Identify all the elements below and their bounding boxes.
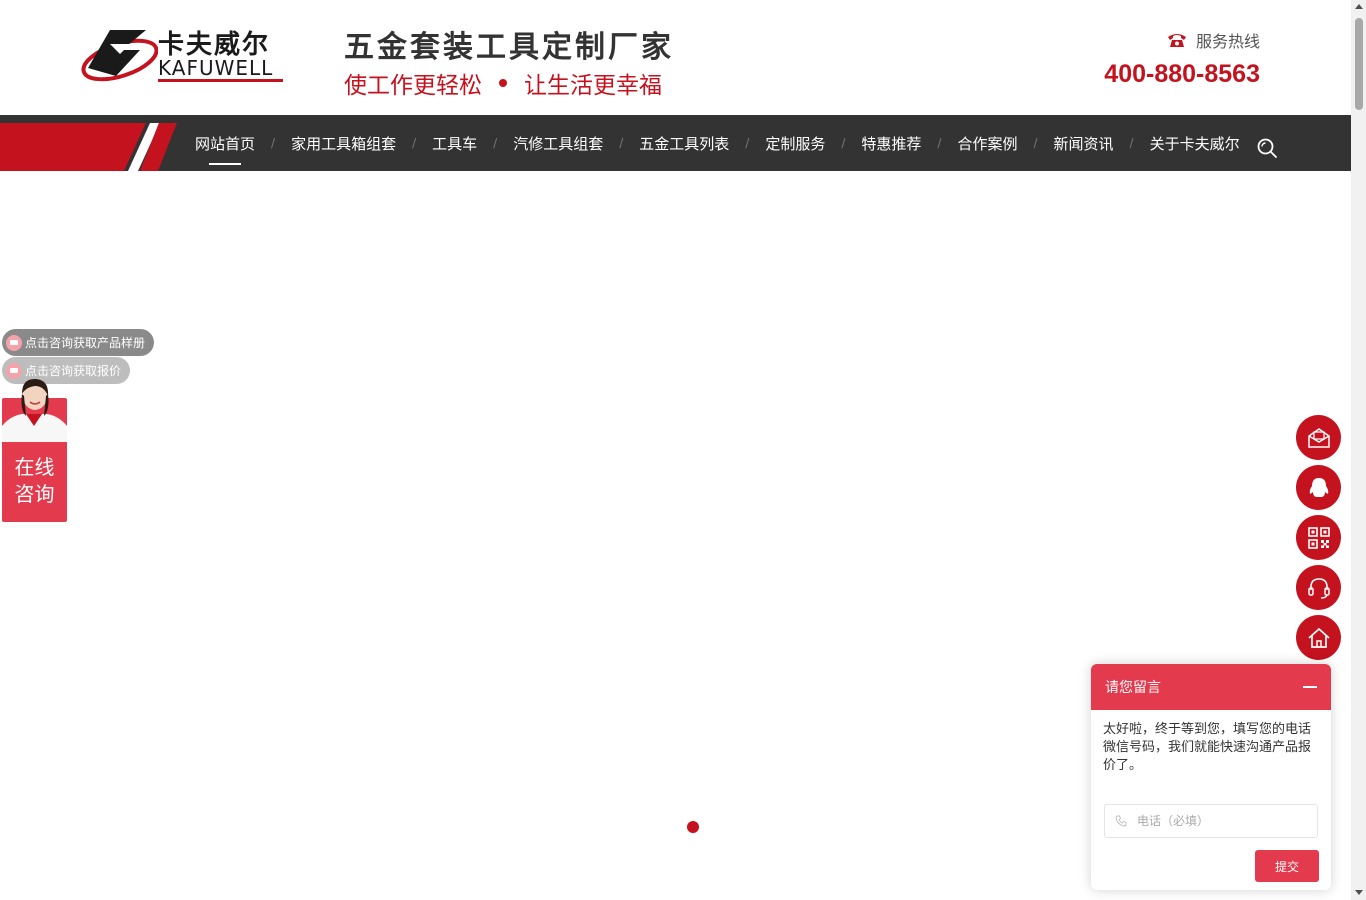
nav-item-home[interactable]: 网站首页 <box>195 115 255 171</box>
message-widget-header: 请您留言 <box>1091 664 1331 710</box>
phone-input[interactable] <box>1137 814 1307 828</box>
online-consult-text: 在线 咨询 <box>2 454 67 508</box>
minimize-icon[interactable] <box>1303 686 1317 688</box>
nav-item-toolbox-sets[interactable]: 家用工具箱组套 <box>291 115 396 171</box>
headset-icon <box>1307 577 1330 599</box>
hotline-number[interactable]: 400-880-8563 <box>1104 60 1260 89</box>
phone-icon <box>1115 815 1127 827</box>
submit-button[interactable]: 提交 <box>1255 850 1319 882</box>
telephone-icon <box>1167 34 1186 47</box>
consult-pill-catalog-text: 点击咨询获取产品样册 <box>25 336 146 350</box>
search-icon[interactable] <box>1256 137 1278 159</box>
site-header: 卡夫威尔 KAFUWELL 五金套装工具定制厂家 使工作更轻松 让生活更幸福 服… <box>0 0 1351 115</box>
nav-separator: / <box>841 136 846 150</box>
nav-separator: / <box>937 136 942 150</box>
nav-item-auto-repair-sets[interactable]: 汽修工具组套 <box>513 115 603 171</box>
slogan-right: 让生活更幸福 <box>524 73 662 99</box>
message-widget: 请您留言 太好啦，终于等到您，填写您的电话微信号码，我们就能快速沟通产品报价了。… <box>1091 664 1331 890</box>
qrcode-button[interactable] <box>1296 515 1341 560</box>
consult-line-2: 咨询 <box>14 482 55 506</box>
customer-service-avatar <box>2 378 67 442</box>
message-widget-body: 太好啦，终于等到您，填写您的电话微信号码，我们就能快速沟通产品报价了。 <box>1103 722 1312 773</box>
home-icon <box>1307 627 1330 648</box>
scrollbar-thumb[interactable] <box>1355 18 1363 110</box>
qrcode-icon <box>1307 526 1330 549</box>
hotline-label-text: 服务热线 <box>1195 32 1260 51</box>
nav-separator: / <box>1129 136 1134 150</box>
message-widget-title: 请您留言 <box>1105 680 1161 696</box>
nav-items: 网站首页 / 家用工具箱组套 / 工具车 / 汽修工具组套 / 五金工具列表 /… <box>195 115 1240 171</box>
main-nav: 网站首页 / 家用工具箱组套 / 工具车 / 汽修工具组套 / 五金工具列表 /… <box>0 115 1351 171</box>
nav-item-about[interactable]: 关于卡夫威尔 <box>1150 115 1240 171</box>
page-scrollbar[interactable] <box>1351 0 1366 900</box>
nav-item-specials[interactable]: 特惠推荐 <box>861 115 921 171</box>
consult-pill-catalog[interactable]: 点击咨询获取产品样册 <box>2 329 154 356</box>
slogan-dot <box>499 79 507 87</box>
nav-item-news[interactable]: 新闻资讯 <box>1054 115 1114 171</box>
slogan-left: 使工作更轻松 <box>344 73 482 99</box>
logo-en-text: KAFUWELL <box>158 56 274 80</box>
qq-icon <box>1309 477 1328 497</box>
home-button[interactable] <box>1296 615 1341 660</box>
qq-button[interactable] <box>1296 465 1341 510</box>
nav-separator: / <box>619 136 624 150</box>
logo-underline <box>158 79 283 82</box>
nav-item-tool-cart[interactable]: 工具车 <box>432 115 477 171</box>
nav-item-hardware-list[interactable]: 五金工具列表 <box>639 115 729 171</box>
logo-mark-icon <box>81 30 158 82</box>
nav-separator: / <box>493 136 498 150</box>
slogan-subtitle: 使工作更轻松 让生活更幸福 <box>344 66 662 100</box>
consult-line-1: 在线 <box>14 455 55 479</box>
chat-icon <box>6 334 22 351</box>
nav-separator: / <box>412 136 417 150</box>
mail-button[interactable] <box>1296 415 1341 460</box>
nav-separator: / <box>271 136 276 150</box>
nav-red-accent <box>0 123 177 171</box>
slogan-title: 五金套装工具定制厂家 <box>344 30 674 65</box>
hotline-label: 服务热线 <box>1167 28 1260 52</box>
mail-icon <box>1307 427 1330 448</box>
nav-item-cases[interactable]: 合作案例 <box>957 115 1017 171</box>
nav-item-custom-service[interactable]: 定制服务 <box>765 115 825 171</box>
customer-service-button[interactable] <box>1296 565 1341 610</box>
online-consult-card[interactable]: 在线 咨询 <box>2 378 67 522</box>
nav-separator: / <box>745 136 750 150</box>
kafuwell-logo[interactable]: 卡夫威尔 KAFUWELL <box>80 24 290 84</box>
scroll-up-icon[interactable] <box>1355 4 1363 9</box>
slider-dot-active[interactable] <box>687 821 699 833</box>
phone-field[interactable] <box>1104 804 1318 838</box>
scroll-down-icon[interactable] <box>1355 890 1363 895</box>
nav-separator: / <box>1033 136 1038 150</box>
